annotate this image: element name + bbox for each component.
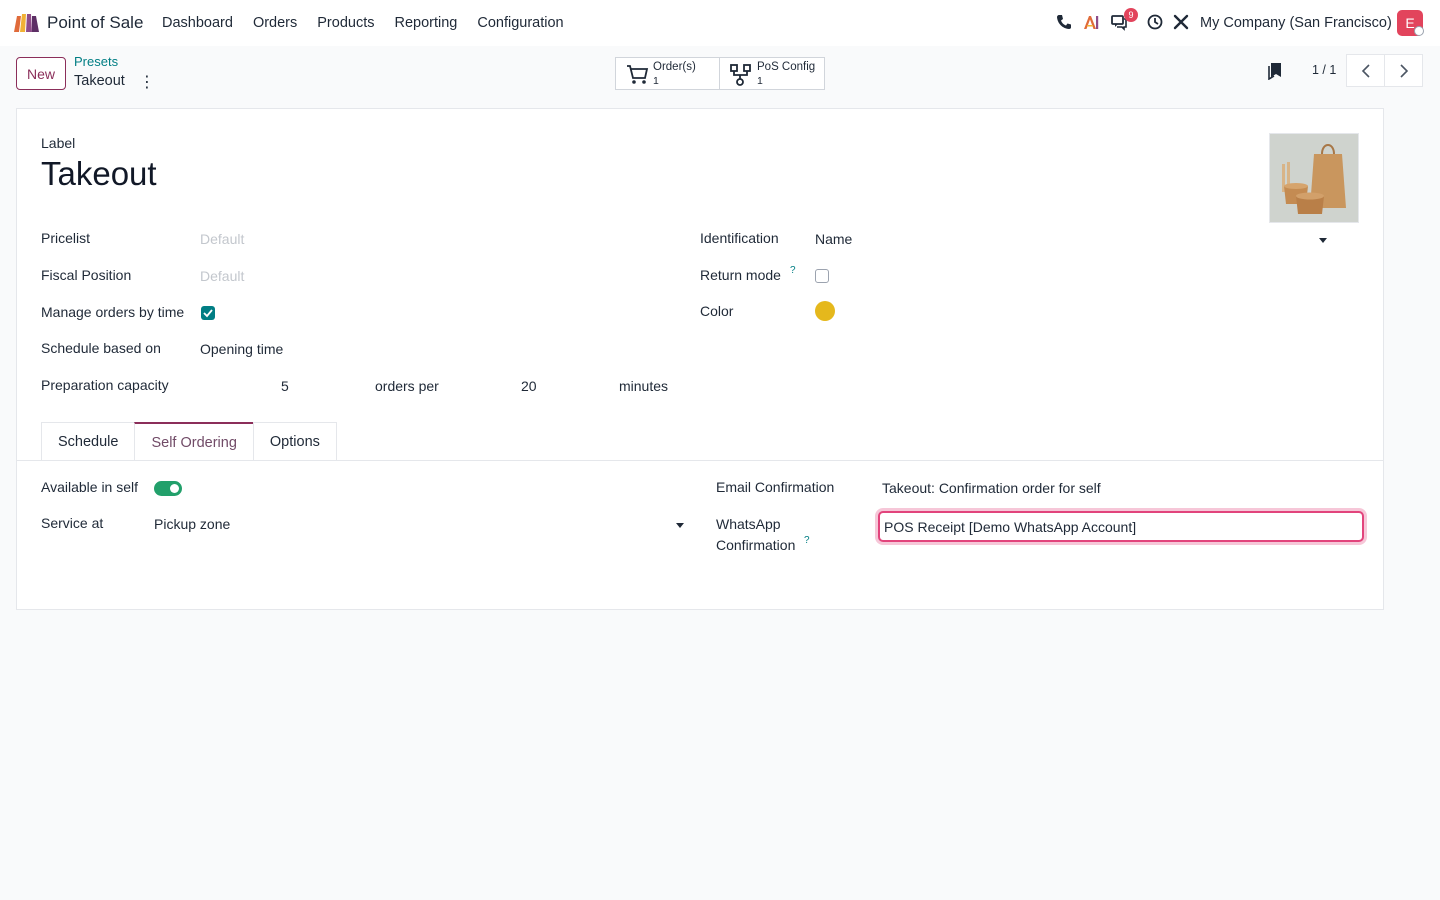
return-mode-help-icon[interactable]: ? (790, 265, 796, 276)
whatsapp-help-icon[interactable]: ? (804, 535, 810, 546)
capacity-orders-field[interactable]: 5 (281, 378, 289, 394)
preset-name-field[interactable]: Takeout (41, 155, 157, 193)
checkmark-icon (203, 309, 213, 318)
chevron-left-icon (1361, 63, 1370, 78)
pager-next-button[interactable] (1384, 54, 1423, 87)
minutes-text: minutes (619, 378, 669, 394)
cart-icon (627, 65, 649, 84)
breadcrumb-current: Takeout (74, 73, 125, 89)
takeout-image-icon (1270, 134, 1358, 222)
whatsapp-label-line2: Confirmation (716, 537, 796, 553)
pager-value[interactable]: 1 / 1 (1312, 63, 1336, 77)
color-label: Color (700, 303, 734, 319)
app-name[interactable]: Point of Sale (47, 13, 143, 33)
orders-smart-button[interactable]: Order(s) 1 (615, 57, 720, 90)
ai-icon[interactable] (1082, 13, 1100, 31)
whatsapp-confirmation-input[interactable] (878, 511, 1364, 542)
whatsapp-label-line1: WhatsApp (716, 516, 781, 532)
tab-schedule[interactable]: Schedule (41, 422, 136, 461)
new-button[interactable]: New (16, 57, 66, 90)
tab-self-ordering-label: Self Ordering (151, 434, 237, 451)
menu-dashboard[interactable]: Dashboard (162, 15, 233, 31)
preset-image[interactable] (1269, 133, 1359, 223)
tab-options-label: Options (269, 434, 320, 450)
pricelist-label: Pricelist (41, 230, 91, 246)
form-sheet: Label Takeout Pricelist Default Fiscal P… (16, 108, 1384, 610)
notebook-tabs: Schedule Self Ordering Options (41, 422, 337, 461)
pos-app-icon[interactable] (12, 12, 40, 34)
pos-config-smart-count: 1 (757, 75, 763, 87)
label-caption: Label (41, 135, 76, 151)
pos-config-smart-label: PoS Config (757, 61, 816, 73)
manage-orders-checkbox[interactable] (201, 306, 215, 320)
orders-smart-count: 1 (653, 75, 659, 87)
menu-orders[interactable]: Orders (253, 15, 297, 31)
phone-icon[interactable] (1055, 13, 1073, 31)
company-switcher[interactable]: My Company (San Francisco) (1200, 15, 1392, 31)
service-at-label: Service at (41, 515, 104, 531)
capacity-minutes-field[interactable]: 20 (521, 378, 537, 394)
available-in-self-toggle[interactable] (154, 481, 182, 496)
tools-icon[interactable] (1172, 13, 1190, 31)
tab-schedule-label: Schedule (58, 434, 119, 450)
pricelist-field[interactable]: Default (200, 231, 244, 247)
schedule-based-on-field[interactable]: Opening time (200, 341, 283, 357)
identification-dropdown-icon[interactable] (1319, 238, 1327, 243)
presence-status-icon (1414, 26, 1424, 36)
top-navbar: Point of Sale Dashboard Orders Products … (0, 0, 1440, 46)
return-mode-checkbox[interactable] (815, 269, 829, 283)
messages-badge: 9 (1124, 8, 1138, 22)
breadcrumb-presets[interactable]: Presets (74, 54, 118, 69)
service-at-dropdown-icon[interactable] (676, 523, 684, 528)
pos-config-smart-button[interactable]: PoS Config 1 (719, 57, 825, 90)
orders-smart-label: Order(s) (653, 61, 696, 73)
bookmark-icon[interactable] (1268, 62, 1282, 80)
orders-per-text: orders per (375, 378, 439, 394)
pager-previous-button[interactable] (1346, 54, 1385, 87)
email-confirmation-field[interactable]: Takeout: Confirmation order for self (882, 480, 1101, 496)
fiscal-position-field[interactable]: Default (200, 268, 244, 284)
email-confirmation-label: Email Confirmation (716, 479, 835, 495)
fiscal-position-label: Fiscal Position (41, 267, 132, 283)
color-picker[interactable] (815, 301, 835, 321)
clock-icon[interactable] (1146, 13, 1164, 31)
actions-menu-icon[interactable]: ⋮ (139, 72, 155, 92)
identification-select[interactable]: Name (815, 231, 852, 247)
menu-reporting[interactable]: Reporting (395, 15, 458, 31)
tab-options[interactable]: Options (252, 422, 337, 461)
chevron-right-icon (1399, 63, 1408, 78)
service-at-select[interactable]: Pickup zone (154, 516, 230, 532)
manage-orders-label: Manage orders by time (41, 304, 185, 320)
identification-label: Identification (700, 230, 779, 246)
schedule-based-on-label: Schedule based on (41, 340, 161, 356)
available-in-self-label: Available in self (41, 479, 139, 495)
tab-self-ordering[interactable]: Self Ordering (134, 422, 254, 461)
config-icon (730, 64, 751, 86)
menu-configuration[interactable]: Configuration (477, 15, 563, 31)
main-menu: Dashboard Orders Products Reporting Conf… (162, 15, 584, 31)
preparation-capacity-label: Preparation capacity (41, 377, 169, 393)
return-mode-label: Return mode (700, 267, 781, 283)
tabs-divider (17, 460, 1383, 461)
menu-products[interactable]: Products (317, 15, 374, 31)
